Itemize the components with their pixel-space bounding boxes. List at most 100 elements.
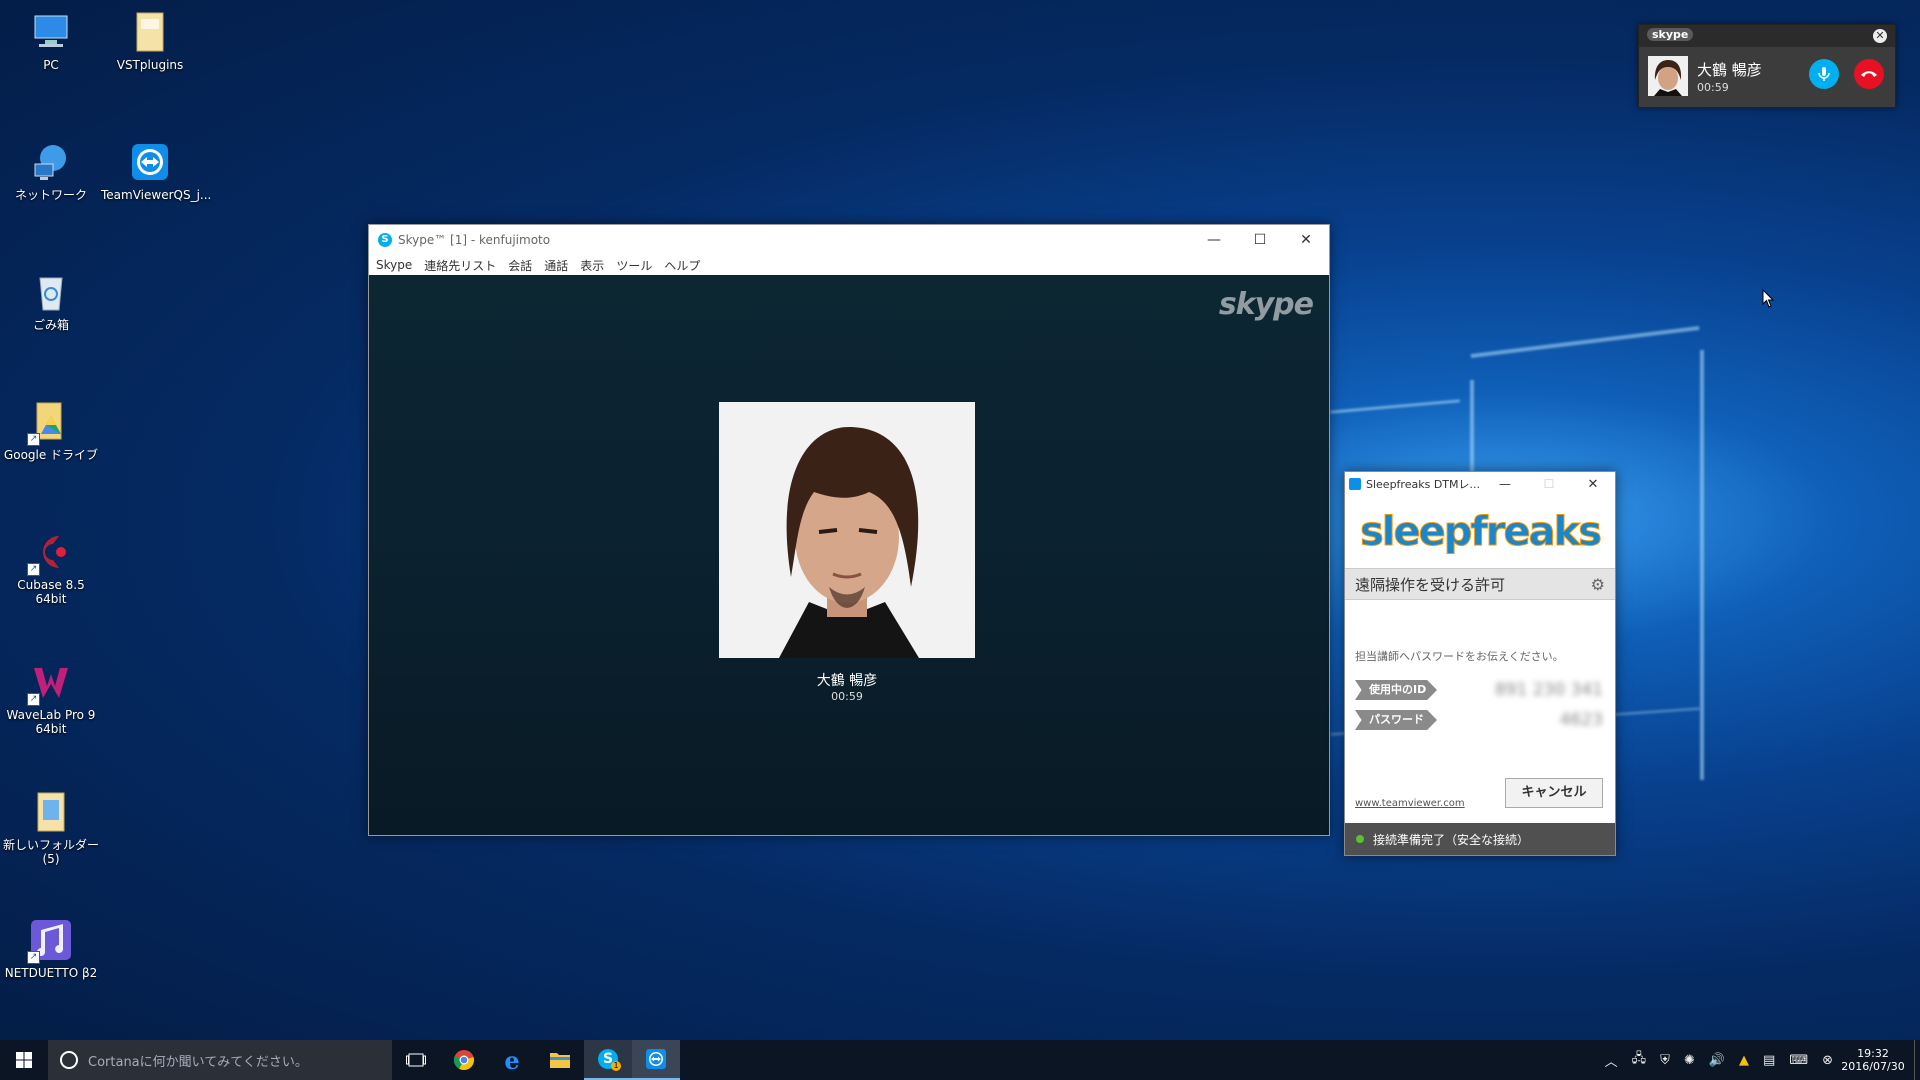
cubase-icon: ↗ [27,530,73,576]
minimize-button[interactable]: — [1191,225,1237,255]
desktop-icon-network[interactable]: ネットワーク [2,140,100,202]
desktop-icon-teamviewer[interactable]: TeamViewerQS_j... [101,140,211,202]
menu-contacts[interactable]: 連絡先リスト [424,257,496,274]
menu-view[interactable]: 表示 [580,257,604,274]
close-popup-button[interactable]: ✕ [1873,29,1887,43]
desktop-icon-vstplugins[interactable]: VSTplugins [101,10,199,72]
clock-date: 2016/07/30 [1841,1060,1905,1073]
popup-call-duration: 00:59 [1697,81,1729,94]
teamviewer-app-icon [1349,478,1361,490]
instruction-text: 担当講師へパスワードをお伝えください。 [1355,650,1564,663]
google-drive-icon: ↗ [27,400,73,446]
skype-notification-badge: 1 [611,1061,621,1071]
teamviewer-titlebar[interactable]: Sleepfreaks DTMレ... — ☐ ✕ [1345,472,1615,496]
folder-icon [128,10,172,54]
menu-tools[interactable]: ツール [616,257,652,274]
volume-icon[interactable]: 🔊 [1709,1053,1725,1068]
skype-call-popup: skype ✕ 大鶴 暢彦 00:59 [1638,24,1896,108]
wallpaper-beam [1700,350,1704,780]
wavelab-icon: ↗ [27,660,73,706]
password-value[interactable]: 4623 [1560,710,1603,730]
minimize-icon: — [1499,477,1511,491]
menu-call[interactable]: 通話 [544,257,568,274]
avatar [1648,56,1688,96]
app-tray-icon[interactable]: ✺ [1684,1053,1695,1068]
teamviewer-link[interactable]: www.teamviewer.com [1355,798,1465,809]
netduetto-icon: ↗ [27,918,73,964]
close-icon: ✕ [1875,29,1885,42]
windows-logo-icon [16,1052,32,1068]
skype-menubar: Skype 連絡先リスト 会話 通話 表示 ツール ヘルプ [369,255,1329,275]
shortcut-arrow-icon: ↗ [27,693,40,706]
action-center-icon[interactable]: ▤ [1763,1053,1775,1068]
network-icon [29,140,73,184]
network-tray-icon[interactable]: 🖧 [1632,1049,1647,1071]
close-button[interactable]: ✕ [1571,472,1615,496]
clock-time: 19:32 [1857,1047,1889,1060]
show-hidden-icons-chevron-icon[interactable]: ︿ [1605,1051,1618,1070]
desktop-icon-recycle-bin[interactable]: ごみ箱 [2,270,100,332]
shortcut-arrow-icon: ↗ [27,951,40,964]
skype-watermark-logo: skype [1218,287,1314,322]
file-explorer-icon [550,1053,570,1068]
taskbar-chrome[interactable] [440,1040,488,1080]
cortana-search-box[interactable]: Cortanaに何か聞いてみてください。 [48,1040,392,1080]
cancel-button[interactable]: キャンセル [1505,778,1603,808]
taskbar-skype[interactable]: S 1 [584,1040,632,1080]
status-indicator-icon [1356,835,1364,843]
call-duration: 00:59 [831,690,863,703]
desktop-icon-cubase[interactable]: ↗ Cubase 8.5 64bit [2,530,100,606]
desktop-icon-pc[interactable]: PC [2,10,100,72]
minimize-button[interactable]: — [1483,472,1527,496]
security-tray-icon[interactable]: ⛨ [1660,1053,1670,1068]
desktop-icon-new-folder[interactable]: 新しいフォルダー (5) [2,790,100,866]
folder-icon [29,790,73,834]
system-tray: ︿ 🖧 ⛨ ✺ 🔊 ▲ ▤ ⌨ ⊗ 19:32 2016/07/30 [1598,1040,1920,1080]
maximize-icon: ☐ [1543,477,1555,491]
taskbar-teamviewer[interactable] [632,1040,680,1080]
menu-skype[interactable]: Skype [376,258,412,272]
teamviewer-icon [646,1049,666,1069]
show-desktop-button[interactable] [1914,1040,1920,1080]
desktop-icon-wavelab[interactable]: ↗ WaveLab Pro 9 64bit [2,660,100,736]
maximize-button[interactable]: ☐ [1237,225,1283,255]
desktop-icon-google-drive[interactable]: ↗ Google ドライブ [2,400,100,462]
gear-icon[interactable]: ⚙ [1591,575,1605,594]
google-drive-tray-icon[interactable]: ▲ [1739,1053,1749,1068]
keyboard-icon[interactable]: ⌨ [1789,1053,1808,1068]
skype-titlebar[interactable]: S Skype™ [1] - kenfujimoto — ☐ ✕ [369,225,1329,255]
search-placeholder: Cortanaに何か聞いてみてください。 [88,1054,308,1070]
recycle-bin-icon [29,270,73,314]
pc-icon [29,10,73,54]
call-area: skype 大鶴 暢彦 00:59 [369,275,1329,835]
id-value[interactable]: 891 230 341 [1495,680,1603,700]
skype-app-icon: S [378,233,392,247]
microphone-icon [1818,67,1830,81]
mute-button[interactable] [1809,59,1839,89]
skype-window-title: Skype™ [1] - kenfujimoto [398,233,551,247]
teamviewer-icon [128,140,172,184]
close-icon: ✕ [1300,232,1312,248]
taskbar-file-explorer[interactable] [536,1040,584,1080]
notification-off-icon[interactable]: ⊗ [1822,1053,1833,1068]
close-button[interactable]: ✕ [1283,225,1329,255]
chrome-icon [453,1050,474,1071]
section-title: 遠隔操作を受ける許可 [1355,575,1506,594]
section-header: 遠隔操作を受ける許可 ⚙ [1345,568,1615,600]
menu-help[interactable]: ヘルプ [664,257,700,274]
taskbar: Cortanaに何か聞いてみてください。 e S 1 ︿ 🖧 ⛨ ✺ 🔊 ▲ ▤… [0,1040,1920,1080]
start-button[interactable] [0,1040,48,1080]
clock[interactable]: 19:32 2016/07/30 [1840,1047,1906,1073]
menu-conversations[interactable]: 会話 [508,257,532,274]
skype-logo: skype [1647,28,1694,41]
desktop-icon-netduetto[interactable]: ↗ NETDUETTO β2 [2,918,100,980]
skype-window: S Skype™ [1] - kenfujimoto — ☐ ✕ Skype 連… [368,224,1330,836]
hang-up-button[interactable] [1854,59,1884,89]
task-view-button[interactable] [392,1040,440,1080]
id-label-tag: 使用中のID [1355,680,1437,700]
password-label-tag: パスワード [1355,710,1437,730]
cortana-icon [60,1051,78,1069]
status-text: 接続準備完了（安全な接続） [1373,832,1530,847]
shortcut-arrow-icon: ↗ [27,563,40,576]
taskbar-edge[interactable]: e [488,1040,536,1080]
